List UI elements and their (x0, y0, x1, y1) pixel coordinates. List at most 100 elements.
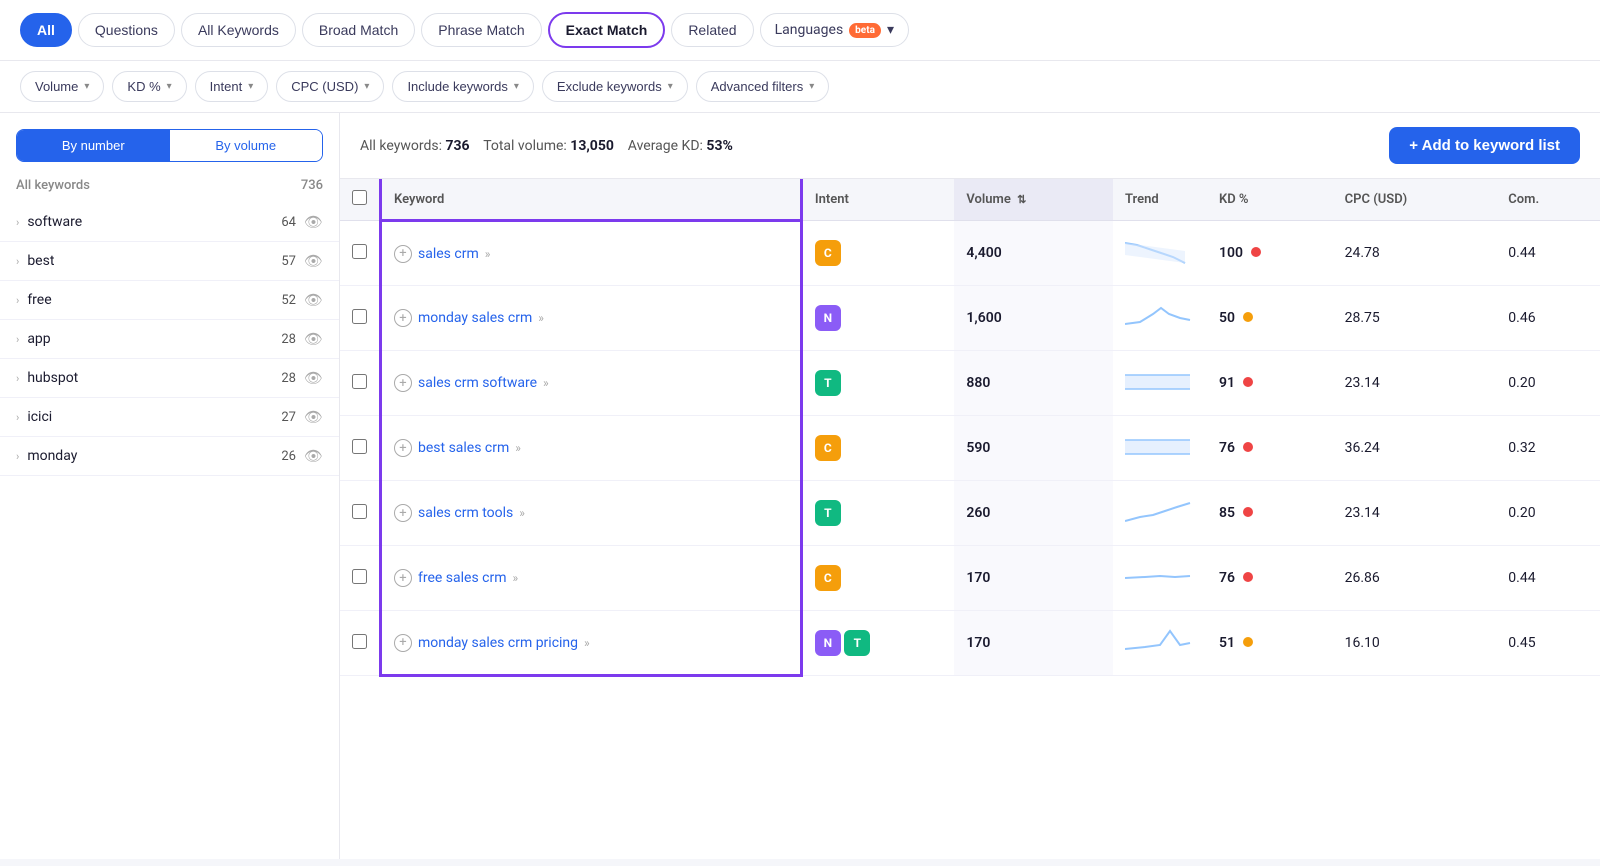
sidebar-item-label: software (27, 214, 273, 230)
row-checkbox[interactable] (352, 569, 367, 584)
keyword-link[interactable]: + free sales crm » (394, 569, 788, 587)
add-circle-icon[interactable]: + (394, 634, 412, 652)
include-keywords-filter[interactable]: Include keywords ▾ (392, 71, 533, 102)
keyword-link[interactable]: + monday sales crm » (394, 309, 788, 327)
kd-dot (1243, 442, 1253, 452)
kd-cell: 76 (1207, 416, 1333, 481)
languages-dropdown[interactable]: Languages beta ▾ (760, 13, 909, 47)
volume-cell: 1,600 (954, 286, 1113, 351)
tab-related[interactable]: Related (671, 13, 753, 47)
table-header-keyword: Keyword (381, 179, 802, 221)
intent-badge: T (844, 630, 870, 656)
add-circle-icon[interactable]: + (394, 504, 412, 522)
cpc-cell: 16.10 (1333, 611, 1497, 676)
keyword-link[interactable]: + sales crm software » (394, 374, 788, 392)
table-header-kd: KD % (1207, 179, 1333, 221)
eye-icon[interactable]: 👁 (304, 408, 323, 426)
keyword-link[interactable]: + sales crm tools » (394, 504, 788, 522)
trend-cell (1113, 221, 1207, 286)
intent-cell: N (801, 286, 954, 351)
sidebar-header: All keywords 736 (0, 178, 339, 203)
cpc-cell: 26.86 (1333, 546, 1497, 611)
row-checkbox[interactable] (352, 504, 367, 519)
select-all-checkbox[interactable] (352, 190, 367, 205)
trend-cell (1113, 416, 1207, 481)
table-row: + sales crm tools » T26085 23.140.20 (340, 481, 1600, 546)
row-checkbox[interactable] (352, 309, 367, 324)
sidebar-item-app[interactable]: › app 28 👁 (0, 320, 339, 359)
eye-icon[interactable]: 👁 (304, 330, 323, 348)
sidebar-item-monday[interactable]: › monday 26 👁 (0, 437, 339, 476)
eye-icon[interactable]: 👁 (304, 252, 323, 270)
kd-cell: 100 (1207, 221, 1333, 286)
add-circle-icon[interactable]: + (394, 374, 412, 392)
chevron-down-icon: ▾ (364, 81, 369, 92)
total-volume-value: 13,050 (570, 138, 614, 154)
eye-icon[interactable]: 👁 (304, 369, 323, 387)
exclude-keywords-label: Exclude keywords (557, 79, 662, 94)
cpc-cell: 36.24 (1333, 416, 1497, 481)
keyword-link[interactable]: + sales crm » (394, 245, 788, 263)
add-circle-icon[interactable]: + (394, 569, 412, 587)
keyword-text: sales crm software (418, 375, 537, 391)
languages-label: Languages (775, 22, 844, 38)
sidebar-item-label: best (27, 253, 273, 269)
main-content: By number By volume All keywords 736 › s… (0, 113, 1600, 859)
advanced-filters-btn[interactable]: Advanced filters ▾ (696, 71, 830, 102)
beta-badge: beta (849, 23, 881, 38)
sidebar-item-hubspot[interactable]: › hubspot 28 👁 (0, 359, 339, 398)
add-circle-icon[interactable]: + (394, 245, 412, 263)
add-circle-icon[interactable]: + (394, 439, 412, 457)
volume-cell: 170 (954, 546, 1113, 611)
exclude-keywords-filter[interactable]: Exclude keywords ▾ (542, 71, 688, 102)
tab-all-keywords[interactable]: All Keywords (181, 13, 296, 47)
sidebar-item-best[interactable]: › best 57 👁 (0, 242, 339, 281)
sidebar-item-free[interactable]: › free 52 👁 (0, 281, 339, 320)
tab-phrase-match[interactable]: Phrase Match (421, 13, 541, 47)
row-checkbox[interactable] (352, 374, 367, 389)
keyword-link[interactable]: + best sales crm » (394, 439, 788, 457)
chevron-right-icon: › (16, 255, 19, 268)
cpc-cell: 28.75 (1333, 286, 1497, 351)
row-checkbox[interactable] (352, 634, 367, 649)
trend-cell (1113, 546, 1207, 611)
sidebar-item-icici[interactable]: › icici 27 👁 (0, 398, 339, 437)
total-volume-label: Total volume: (483, 138, 567, 154)
intent-filter[interactable]: Intent ▾ (195, 71, 269, 102)
eye-icon[interactable]: 👁 (304, 291, 323, 309)
cpc-filter-label: CPC (USD) (291, 79, 358, 94)
keyword-text: monday sales crm pricing (418, 635, 578, 651)
intent-badge: C (815, 435, 841, 461)
sort-by-volume-btn[interactable]: By volume (170, 130, 323, 161)
eye-icon[interactable]: 👁 (304, 213, 323, 231)
sidebar-item-software[interactable]: › software 64 👁 (0, 203, 339, 242)
sort-by-number-btn[interactable]: By number (17, 130, 170, 161)
tab-broad-match[interactable]: Broad Match (302, 13, 415, 47)
navigate-icon: » (515, 441, 521, 455)
tab-exact-match[interactable]: Exact Match (548, 12, 666, 48)
sidebar-item-count: 28 (281, 332, 296, 347)
add-to-keyword-list-btn[interactable]: + Add to keyword list (1389, 127, 1580, 164)
sidebar: By number By volume All keywords 736 › s… (0, 113, 340, 859)
volume-filter[interactable]: Volume ▾ (20, 71, 104, 102)
eye-icon[interactable]: 👁 (304, 447, 323, 465)
table-row: + best sales crm » C590 76 36.240.32 (340, 416, 1600, 481)
row-checkbox[interactable] (352, 244, 367, 259)
table-header-volume[interactable]: Volume ⇅ (954, 179, 1113, 221)
sidebar-item-label: monday (27, 448, 273, 464)
table-header-com: Com. (1496, 179, 1600, 221)
add-circle-icon[interactable]: + (394, 309, 412, 327)
kd-filter[interactable]: KD % ▾ (112, 71, 186, 102)
avg-kd-label: Average KD: (628, 138, 703, 154)
summary-text: All keywords: 736 Total volume: 13,050 A… (360, 138, 733, 154)
sidebar-item-count: 57 (281, 254, 296, 269)
keyword-link[interactable]: + monday sales crm pricing » (394, 634, 788, 652)
cpc-filter[interactable]: CPC (USD) ▾ (276, 71, 384, 102)
tab-all[interactable]: All (20, 13, 72, 47)
sidebar-item-label: free (27, 292, 273, 308)
trend-cell (1113, 286, 1207, 351)
table-summary: All keywords: 736 Total volume: 13,050 A… (340, 113, 1600, 179)
row-checkbox[interactable] (352, 439, 367, 454)
chevron-down-icon: ▾ (887, 22, 894, 38)
tab-questions[interactable]: Questions (78, 13, 175, 47)
